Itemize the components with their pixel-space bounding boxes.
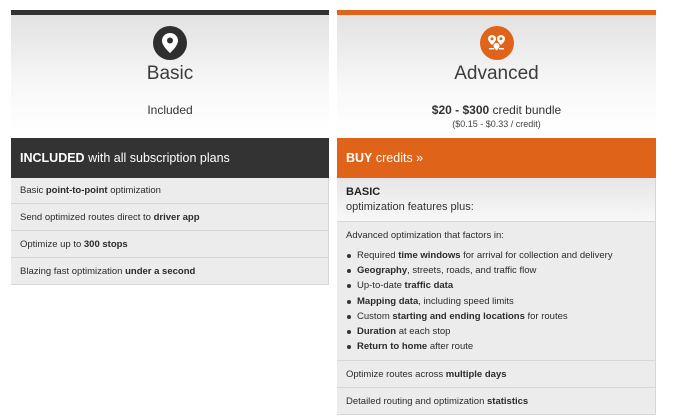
list-item: Mapping data, including speed limits	[346, 294, 655, 309]
list-item: Return to home after route	[346, 339, 655, 354]
basic-plan-price: Included	[147, 103, 193, 117]
buy-credits-text: credits »	[372, 151, 424, 165]
advanced-intro: Advanced optimization that factors in:	[346, 230, 504, 241]
list-item: Geography, streets, roads, and traffic f…	[346, 263, 655, 278]
advanced-features-box: Advanced optimization that factors in: R…	[337, 221, 656, 362]
list-item: Custom starting and ending locations for…	[346, 309, 655, 324]
list-item: Send optimized routes direct to driver a…	[11, 204, 329, 231]
advanced-price-per-credit: ($0.15 - $0.33 / credit)	[452, 119, 541, 129]
list-item: Up-to-date traffic data	[346, 278, 655, 293]
buy-credits-button[interactable]: BUY credits »	[337, 138, 656, 178]
list-item: Optimize routes across multiple days	[337, 361, 656, 389]
basic-plan-column: Basic Included INCLUDED with all subscri…	[11, 10, 329, 285]
list-item: Duration at each stop	[346, 324, 655, 339]
advanced-bullet-list: Required time windows for arrival for co…	[346, 248, 655, 354]
advanced-basic-heading: BASIC optimization features plus:	[337, 178, 656, 221]
basic-feature-list: Basic point-to-point optimization Send o…	[11, 178, 329, 285]
list-item: Basic point-to-point optimization	[11, 178, 329, 204]
advanced-plan-name: Advanced	[454, 63, 539, 84]
included-banner-text: with all subscription plans	[84, 151, 230, 165]
advanced-extra-list: Optimize routes across multiple days Det…	[337, 361, 656, 416]
basic-sublabel: optimization features plus:	[346, 201, 474, 213]
advanced-plan-price: $20 - $300 credit bundle	[431, 103, 562, 117]
basic-plan-header: Basic Included	[11, 15, 329, 130]
advanced-plan-header: Advanced $20 - $300 credit bundle ($0.15…	[337, 15, 656, 130]
basic-label: BASIC	[346, 186, 381, 198]
advanced-plan-column: Advanced $20 - $300 credit bundle ($0.15…	[337, 10, 656, 416]
included-banner: INCLUDED with all subscription plans	[11, 138, 329, 178]
list-item: Optimize up to 300 stops	[11, 231, 329, 258]
multi-location-pins-icon	[479, 26, 514, 60]
list-item: Required time windows for arrival for co…	[346, 248, 655, 263]
map-pin-icon	[153, 26, 187, 60]
included-banner-strong: INCLUDED	[20, 151, 85, 165]
buy-credits-strong: BUY	[346, 151, 373, 165]
list-item: Detailed routing and optimization statis…	[337, 388, 656, 416]
list-item: Blazing fast optimization under a second	[11, 258, 329, 285]
basic-plan-name: Basic	[146, 63, 194, 84]
